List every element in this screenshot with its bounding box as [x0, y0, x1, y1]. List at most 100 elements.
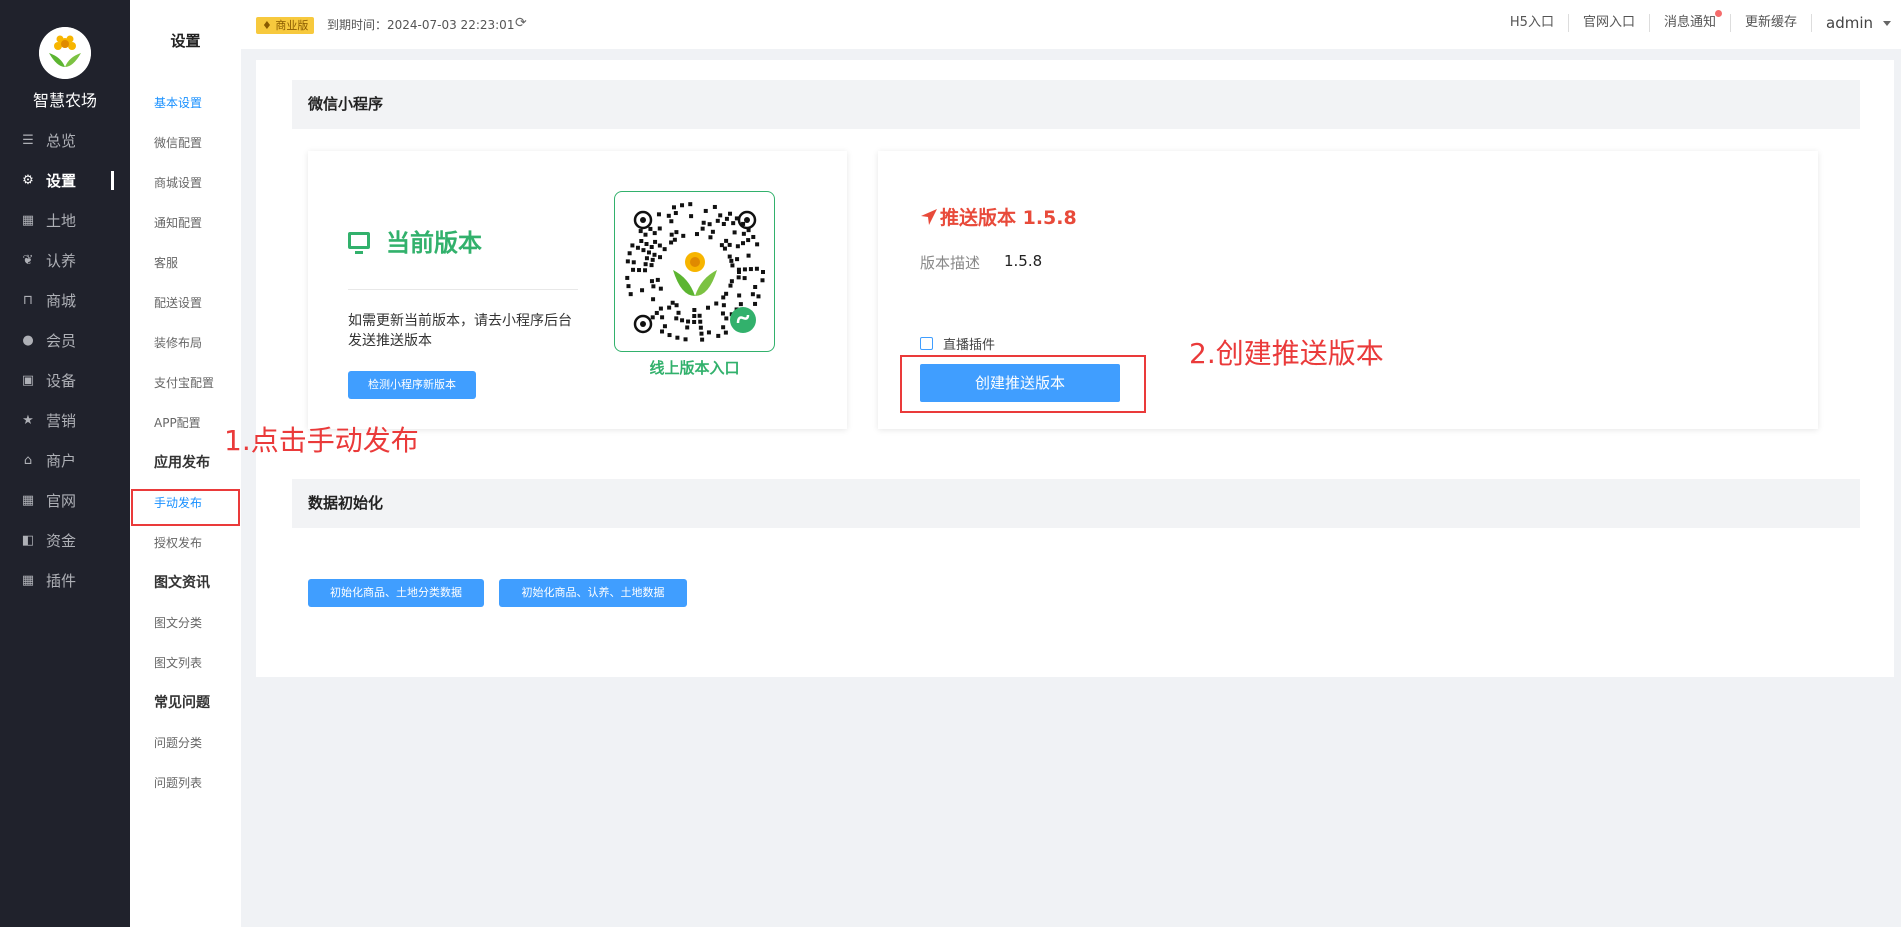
submenu-group-heading: 图文资讯 — [154, 575, 210, 591]
h5-link[interactable]: H5入口 — [1496, 14, 1569, 32]
submenu-item[interactable]: 装修布局 — [154, 323, 214, 363]
notification-dot — [1714, 10, 1722, 17]
mini-program-section-title: 微信小程序 — [292, 80, 1860, 129]
notifications-link[interactable]: 消息通知 — [1650, 10, 1731, 32]
website-link[interactable]: 官网入口 — [1569, 14, 1650, 32]
sidebar-item-9[interactable]: ▦ 官网 — [0, 480, 130, 520]
sidebar-item-label: 总览 — [46, 131, 77, 150]
annotation-box-manual-publish — [131, 489, 240, 526]
submenu-item[interactable]: 配送设置 — [154, 283, 214, 323]
submenu-item[interactable]: 支付宝配置 — [154, 363, 214, 403]
online-version-entry-label[interactable]: 线上版本入口 — [614, 357, 775, 378]
submenu-item[interactable]: 通知配置 — [154, 203, 214, 243]
wallet-icon: ◧ — [21, 532, 35, 548]
sidebar-item-label: 资金 — [46, 531, 77, 550]
submenu-item[interactable]: 图文分类 — [154, 603, 214, 643]
logo[interactable]: 智慧农场 — [0, 27, 130, 111]
clear-cache-link[interactable]: 更新缓存 — [1731, 14, 1812, 32]
annotation-step1: 1.点击手动发布 — [224, 424, 419, 457]
current-version-heading: 当前版本 — [348, 223, 482, 258]
check-new-version-button[interactable]: 检测小程序新版本 — [348, 371, 476, 399]
init-adopt-data-button[interactable]: 初始化商品、认养、土地数据 — [499, 579, 687, 607]
sidebar-item-10[interactable]: ◧ 资金 — [0, 520, 130, 560]
grid-icon: ▦ — [21, 492, 35, 508]
submenu-item[interactable]: 商城设置 — [154, 163, 214, 203]
divider — [348, 289, 578, 290]
sidebar-item-label: 营销 — [46, 411, 77, 430]
username: admin — [1826, 14, 1873, 32]
sidebar-item-label: 土地 — [46, 211, 77, 230]
sidebar-item-label: 设备 — [46, 371, 77, 390]
sidebar-item-8[interactable]: ⌂ 商户 — [0, 440, 130, 480]
submenu-item[interactable]: APP配置 — [154, 403, 214, 443]
sidebar-item-label: 设置 — [46, 171, 77, 190]
live-plugin-checkbox-row[interactable]: 直播插件 — [920, 334, 995, 353]
main-nav: ☰ 总览 ⚙ 设置 ▦ 土地 ❦ 认养 ⊓ 商城 ● 会员 ▣ 设备 ★ 营销 ⌂ 商户 ▦ 官网 ◧ 资金 ▦ 插件 — [0, 120, 130, 600]
push-version-title: 推送版本 1.5.8 — [940, 207, 1077, 229]
sidebar-item-5[interactable]: ● 会员 — [0, 320, 130, 360]
submenu-group-heading: 常见问题 — [154, 695, 210, 711]
monitor-icon — [348, 232, 370, 254]
current-version-title: 当前版本 — [386, 229, 482, 257]
submenu-item[interactable]: 问题分类 — [154, 723, 214, 763]
submenu-item[interactable]: 客服 — [154, 243, 214, 283]
star-icon: ★ — [22, 412, 34, 428]
grid-icon: ▦ — [21, 572, 35, 588]
data-init-section-title: 数据初始化 — [292, 479, 1860, 528]
sidebar-item-label: 商户 — [46, 451, 77, 470]
send-icon — [921, 208, 937, 225]
user-menu[interactable]: admin — [1812, 14, 1901, 32]
live-plugin-checkbox[interactable] — [920, 337, 933, 350]
submenu-item[interactable]: 基本设置 — [154, 83, 214, 123]
sidebar-item-label: 官网 — [46, 491, 77, 510]
annotation-box-create-push — [900, 355, 1146, 413]
truck-icon: ▣ — [21, 372, 35, 388]
sidebar-item-3[interactable]: ❦ 认养 — [0, 240, 130, 280]
sidebar-item-label: 商城 — [46, 291, 77, 310]
main-sidebar: 智慧农场 ☰ 总览 ⚙ 设置 ▦ 土地 ❦ 认养 ⊓ 商城 ● 会员 ▣ 设备 ★ 营销 ⌂ 商户 ▦ 官网 ◧ 资金 ▦ 插… — [0, 0, 130, 927]
chevron-down-icon — [1883, 21, 1891, 26]
version-desc-label: 版本描述 — [920, 254, 981, 272]
gear-icon: ⚙ — [22, 172, 34, 188]
settings-submenu: 设置 基本设置 微信配置 商城设置 通知配置 客服 配送设置 装修布局 支付宝配置 APP配置应… — [130, 0, 241, 927]
app-name: 智慧农场 — [32, 91, 97, 110]
sidebar-item-7[interactable]: ★ 营销 — [0, 400, 130, 440]
submenu-item[interactable]: 微信配置 — [154, 123, 214, 163]
sidebar-item-11[interactable]: ▦ 插件 — [0, 560, 130, 600]
qr-code[interactable] — [614, 191, 775, 352]
sunflower-logo-icon — [39, 27, 91, 79]
submenu-item[interactable]: 图文列表 — [154, 643, 214, 683]
sidebar-item-label: 插件 — [46, 571, 77, 590]
submenu-list: 基本设置 微信配置 商城设置 通知配置 客服 配送设置 装修布局 支付宝配置 APP配置应用发布… — [154, 83, 214, 803]
notifications-label: 消息通知 — [1663, 15, 1716, 30]
push-version-heading: 推送版本 1.5.8 — [920, 203, 1077, 230]
shopping-bag-icon: ⊓ — [22, 292, 34, 308]
submenu-group-heading: 应用发布 — [154, 455, 210, 471]
expire-time: 到期时间：2024-07-03 22:23:01 — [327, 18, 515, 32]
sidebar-item-0[interactable]: ☰ 总览 — [0, 120, 130, 160]
refresh-icon[interactable]: ⟳ — [515, 15, 527, 31]
live-plugin-label: 直播插件 — [943, 338, 996, 353]
top-header: ♦ 商业版 到期时间：2024-07-03 22:23:01 ⟳ H5入口 官网… — [241, 0, 1901, 49]
submenu-item[interactable]: 授权发布 — [154, 523, 214, 563]
version-desc-value: 1.5.8 — [1004, 252, 1043, 270]
license-badge: ♦ 商业版 — [256, 17, 315, 34]
sidebar-item-label: 认养 — [46, 251, 77, 270]
current-version-desc: 如需更新当前版本，请去小程序后台发送推送版本 — [348, 313, 572, 349]
user-icon: ● — [22, 332, 34, 348]
submenu-title: 设置 — [170, 32, 201, 50]
sliders-icon: ☰ — [22, 132, 34, 148]
store-icon: ⌂ — [23, 452, 33, 468]
grid-icon: ▦ — [21, 212, 35, 228]
sidebar-item-4[interactable]: ⊓ 商城 — [0, 280, 130, 320]
sidebar-item-6[interactable]: ▣ 设备 — [0, 360, 130, 400]
init-category-data-button[interactable]: 初始化商品、土地分类数据 — [308, 579, 484, 607]
annotation-step2: 2.创建推送版本 — [1189, 337, 1384, 370]
sidebar-item-2[interactable]: ▦ 土地 — [0, 200, 130, 240]
sidebar-item-1[interactable]: ⚙ 设置 — [0, 160, 130, 200]
license-badge-label: 商业版 — [275, 19, 309, 32]
header-links: H5入口 官网入口 消息通知 更新缓存 admin — [1496, 10, 1901, 32]
sidebar-item-label: 会员 — [46, 331, 77, 350]
sprout-icon: ❦ — [22, 252, 34, 268]
submenu-item[interactable]: 问题列表 — [154, 763, 214, 803]
